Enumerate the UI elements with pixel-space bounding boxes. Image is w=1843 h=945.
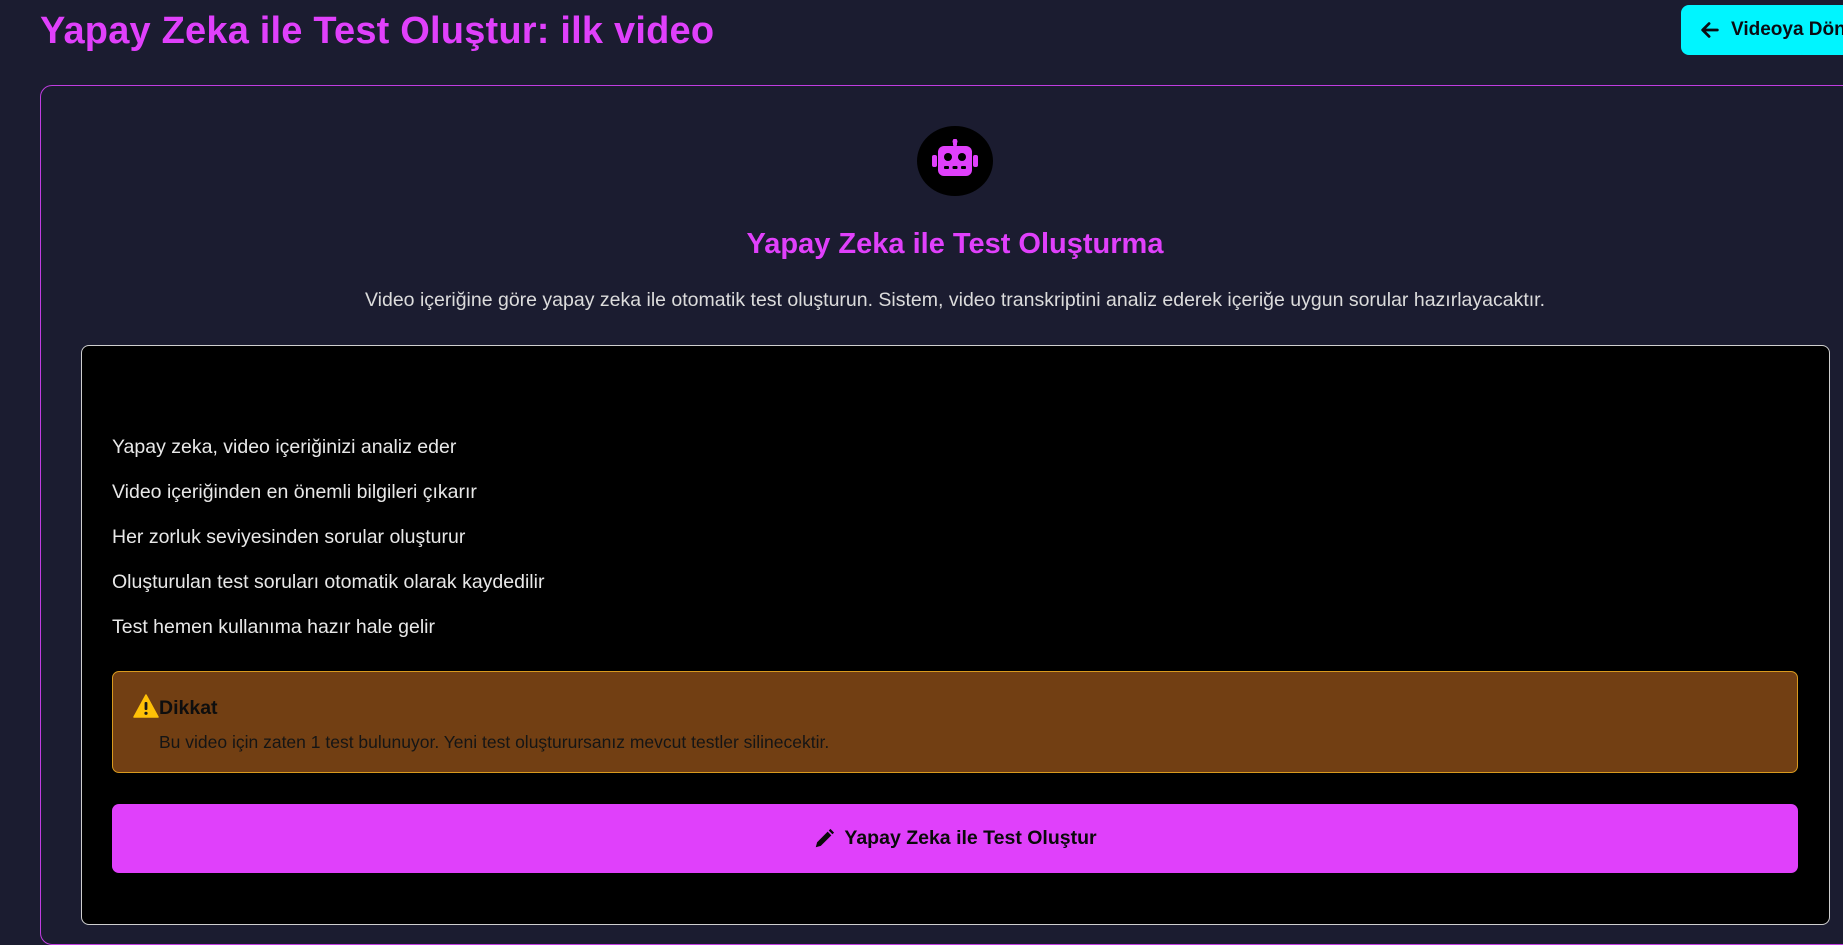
page-title: Yapay Zeka ile Test Oluştur: ilk video (40, 10, 715, 52)
warning-alert: Dikkat Bu video için zaten 1 test bulunu… (112, 671, 1798, 773)
robot-icon (932, 138, 978, 184)
feature-list: Yapay zeka, video içeriğinizi analiz ede… (112, 433, 544, 658)
create-ai-test-button[interactable]: Yapay Zeka ile Test Oluştur (112, 804, 1798, 873)
section-title: Yapay Zeka ile Test Oluşturma (746, 228, 1164, 260)
feature-item: Oluşturulan test soruları otomatik olara… (112, 571, 545, 593)
create-button-label: Yapay Zeka ile Test Oluştur (844, 827, 1097, 849)
feature-item: Her zorluk seviyesinden sorular oluşturu… (112, 526, 466, 548)
arrow-left-icon (1699, 19, 1721, 41)
warning-icon (133, 694, 159, 718)
feature-item: Yapay zeka, video içeriğinizi analiz ede… (112, 436, 457, 458)
warning-text: Bu video için zaten 1 test bulunuyor. Ye… (159, 732, 830, 752)
pencil-icon (813, 828, 835, 850)
robot-badge (917, 126, 993, 196)
warning-title: Dikkat (159, 697, 218, 719)
back-to-video-button[interactable]: Videoya Dön (1681, 5, 1843, 55)
back-button-label: Videoya Dön (1731, 19, 1843, 40)
feature-item: Test hemen kullanıma hazır hale gelir (112, 616, 435, 638)
section-description: Video içeriğine göre yapay zeka ile otom… (365, 289, 1545, 311)
feature-item: Video içeriğinden en önemli bilgileri çı… (112, 481, 477, 503)
